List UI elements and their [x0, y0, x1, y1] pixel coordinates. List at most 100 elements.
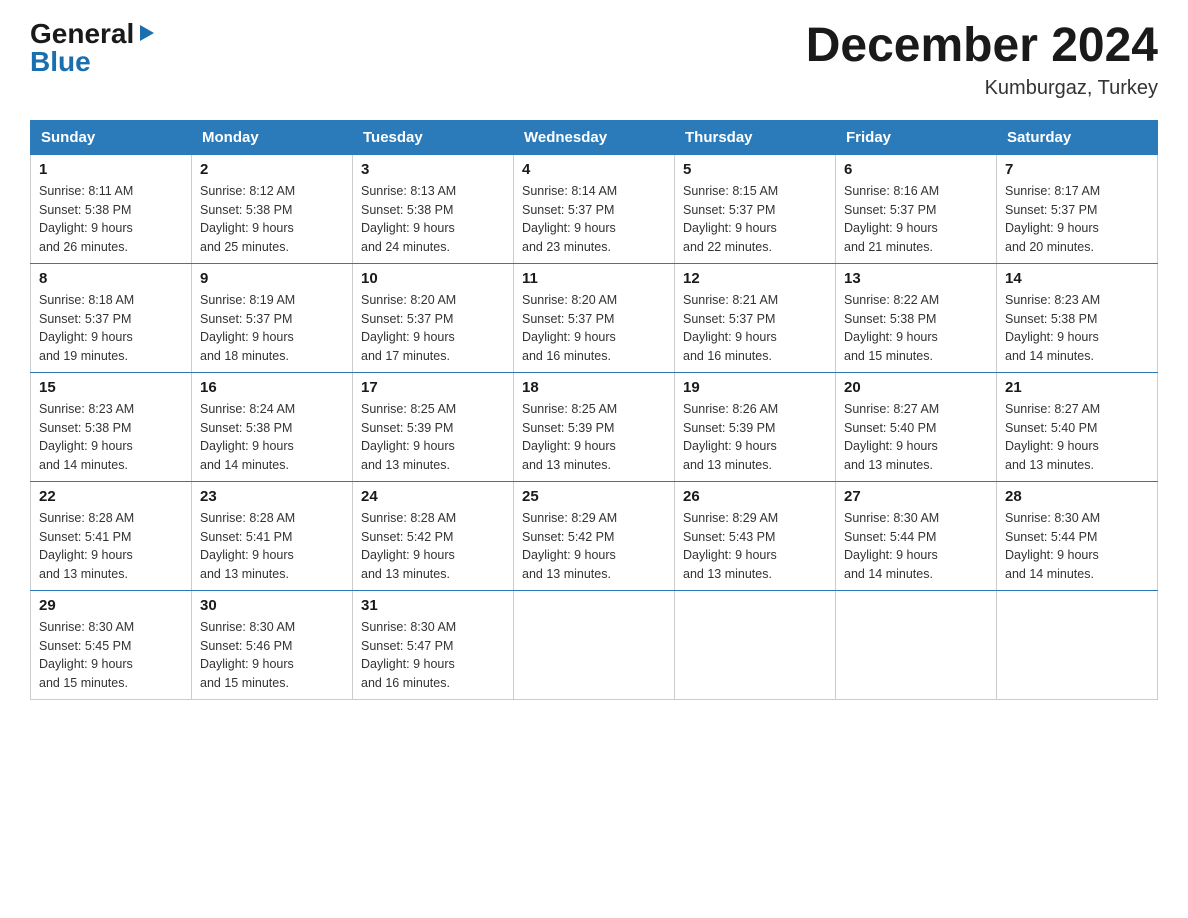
table-row: 23 Sunrise: 8:28 AM Sunset: 5:41 PM Dayl… [192, 481, 353, 590]
day-info: Sunrise: 8:28 AM Sunset: 5:41 PM Dayligh… [200, 509, 344, 584]
day-info: Sunrise: 8:27 AM Sunset: 5:40 PM Dayligh… [1005, 400, 1149, 475]
location: Kumburgaz, Turkey [806, 77, 1158, 100]
table-row: 19 Sunrise: 8:26 AM Sunset: 5:39 PM Dayl… [675, 372, 836, 481]
day-info: Sunrise: 8:20 AM Sunset: 5:37 PM Dayligh… [361, 291, 505, 366]
table-row: 10 Sunrise: 8:20 AM Sunset: 5:37 PM Dayl… [353, 263, 514, 372]
title-area: December 2024 Kumburgaz, Turkey [806, 20, 1158, 100]
day-number: 7 [1005, 161, 1149, 178]
table-row: 6 Sunrise: 8:16 AM Sunset: 5:37 PM Dayli… [836, 154, 997, 263]
table-row: 5 Sunrise: 8:15 AM Sunset: 5:37 PM Dayli… [675, 154, 836, 263]
day-info: Sunrise: 8:30 AM Sunset: 5:44 PM Dayligh… [844, 509, 988, 584]
table-row: 1 Sunrise: 8:11 AM Sunset: 5:38 PM Dayli… [31, 154, 192, 263]
col-tuesday: Tuesday [353, 120, 514, 154]
day-number: 5 [683, 161, 827, 178]
day-info: Sunrise: 8:18 AM Sunset: 5:37 PM Dayligh… [39, 291, 183, 366]
table-row: 26 Sunrise: 8:29 AM Sunset: 5:43 PM Dayl… [675, 481, 836, 590]
table-row: 31 Sunrise: 8:30 AM Sunset: 5:47 PM Dayl… [353, 590, 514, 699]
day-info: Sunrise: 8:15 AM Sunset: 5:37 PM Dayligh… [683, 182, 827, 257]
day-number: 22 [39, 488, 183, 505]
day-info: Sunrise: 8:29 AM Sunset: 5:43 PM Dayligh… [683, 509, 827, 584]
calendar-week-row: 15 Sunrise: 8:23 AM Sunset: 5:38 PM Dayl… [31, 372, 1158, 481]
table-row: 4 Sunrise: 8:14 AM Sunset: 5:37 PM Dayli… [514, 154, 675, 263]
table-row: 7 Sunrise: 8:17 AM Sunset: 5:37 PM Dayli… [997, 154, 1158, 263]
logo: General Blue [30, 20, 156, 76]
day-number: 30 [200, 597, 344, 614]
day-info: Sunrise: 8:11 AM Sunset: 5:38 PM Dayligh… [39, 182, 183, 257]
logo-general: General [30, 20, 134, 48]
day-number: 13 [844, 270, 988, 287]
day-number: 6 [844, 161, 988, 178]
day-info: Sunrise: 8:30 AM Sunset: 5:46 PM Dayligh… [200, 618, 344, 693]
day-info: Sunrise: 8:23 AM Sunset: 5:38 PM Dayligh… [39, 400, 183, 475]
day-info: Sunrise: 8:28 AM Sunset: 5:42 PM Dayligh… [361, 509, 505, 584]
day-info: Sunrise: 8:19 AM Sunset: 5:37 PM Dayligh… [200, 291, 344, 366]
day-info: Sunrise: 8:29 AM Sunset: 5:42 PM Dayligh… [522, 509, 666, 584]
day-info: Sunrise: 8:30 AM Sunset: 5:44 PM Dayligh… [1005, 509, 1149, 584]
page-header: General Blue December 2024 Kumburgaz, Tu… [30, 20, 1158, 100]
day-number: 1 [39, 161, 183, 178]
day-info: Sunrise: 8:28 AM Sunset: 5:41 PM Dayligh… [39, 509, 183, 584]
day-number: 16 [200, 379, 344, 396]
day-info: Sunrise: 8:12 AM Sunset: 5:38 PM Dayligh… [200, 182, 344, 257]
calendar-week-row: 29 Sunrise: 8:30 AM Sunset: 5:45 PM Dayl… [31, 590, 1158, 699]
day-info: Sunrise: 8:17 AM Sunset: 5:37 PM Dayligh… [1005, 182, 1149, 257]
calendar-table: Sunday Monday Tuesday Wednesday Thursday… [30, 120, 1158, 700]
month-title: December 2024 [806, 20, 1158, 73]
day-number: 2 [200, 161, 344, 178]
calendar-week-row: 8 Sunrise: 8:18 AM Sunset: 5:37 PM Dayli… [31, 263, 1158, 372]
calendar-week-row: 22 Sunrise: 8:28 AM Sunset: 5:41 PM Dayl… [31, 481, 1158, 590]
day-info: Sunrise: 8:27 AM Sunset: 5:40 PM Dayligh… [844, 400, 988, 475]
day-number: 19 [683, 379, 827, 396]
day-number: 23 [200, 488, 344, 505]
day-number: 10 [361, 270, 505, 287]
logo-arrow-icon [136, 23, 156, 43]
table-row: 16 Sunrise: 8:24 AM Sunset: 5:38 PM Dayl… [192, 372, 353, 481]
day-number: 27 [844, 488, 988, 505]
table-row: 21 Sunrise: 8:27 AM Sunset: 5:40 PM Dayl… [997, 372, 1158, 481]
day-info: Sunrise: 8:25 AM Sunset: 5:39 PM Dayligh… [361, 400, 505, 475]
day-number: 15 [39, 379, 183, 396]
table-row: 17 Sunrise: 8:25 AM Sunset: 5:39 PM Dayl… [353, 372, 514, 481]
col-saturday: Saturday [997, 120, 1158, 154]
day-number: 29 [39, 597, 183, 614]
table-row [836, 590, 997, 699]
day-number: 18 [522, 379, 666, 396]
day-number: 25 [522, 488, 666, 505]
table-row: 2 Sunrise: 8:12 AM Sunset: 5:38 PM Dayli… [192, 154, 353, 263]
day-number: 4 [522, 161, 666, 178]
day-info: Sunrise: 8:13 AM Sunset: 5:38 PM Dayligh… [361, 182, 505, 257]
col-sunday: Sunday [31, 120, 192, 154]
day-number: 28 [1005, 488, 1149, 505]
day-number: 20 [844, 379, 988, 396]
day-info: Sunrise: 8:23 AM Sunset: 5:38 PM Dayligh… [1005, 291, 1149, 366]
col-wednesday: Wednesday [514, 120, 675, 154]
table-row: 20 Sunrise: 8:27 AM Sunset: 5:40 PM Dayl… [836, 372, 997, 481]
day-number: 8 [39, 270, 183, 287]
table-row: 12 Sunrise: 8:21 AM Sunset: 5:37 PM Dayl… [675, 263, 836, 372]
day-number: 21 [1005, 379, 1149, 396]
table-row: 8 Sunrise: 8:18 AM Sunset: 5:37 PM Dayli… [31, 263, 192, 372]
day-number: 26 [683, 488, 827, 505]
table-row: 25 Sunrise: 8:29 AM Sunset: 5:42 PM Dayl… [514, 481, 675, 590]
table-row: 30 Sunrise: 8:30 AM Sunset: 5:46 PM Dayl… [192, 590, 353, 699]
table-row: 27 Sunrise: 8:30 AM Sunset: 5:44 PM Dayl… [836, 481, 997, 590]
col-thursday: Thursday [675, 120, 836, 154]
day-number: 11 [522, 270, 666, 287]
day-number: 24 [361, 488, 505, 505]
table-row: 18 Sunrise: 8:25 AM Sunset: 5:39 PM Dayl… [514, 372, 675, 481]
day-number: 12 [683, 270, 827, 287]
table-row [514, 590, 675, 699]
table-row [997, 590, 1158, 699]
col-monday: Monday [192, 120, 353, 154]
day-number: 9 [200, 270, 344, 287]
day-number: 31 [361, 597, 505, 614]
table-row: 28 Sunrise: 8:30 AM Sunset: 5:44 PM Dayl… [997, 481, 1158, 590]
table-row [675, 590, 836, 699]
day-info: Sunrise: 8:30 AM Sunset: 5:47 PM Dayligh… [361, 618, 505, 693]
logo-blue: Blue [30, 48, 91, 76]
day-info: Sunrise: 8:14 AM Sunset: 5:37 PM Dayligh… [522, 182, 666, 257]
table-row: 15 Sunrise: 8:23 AM Sunset: 5:38 PM Dayl… [31, 372, 192, 481]
table-row: 22 Sunrise: 8:28 AM Sunset: 5:41 PM Dayl… [31, 481, 192, 590]
day-info: Sunrise: 8:26 AM Sunset: 5:39 PM Dayligh… [683, 400, 827, 475]
day-number: 17 [361, 379, 505, 396]
